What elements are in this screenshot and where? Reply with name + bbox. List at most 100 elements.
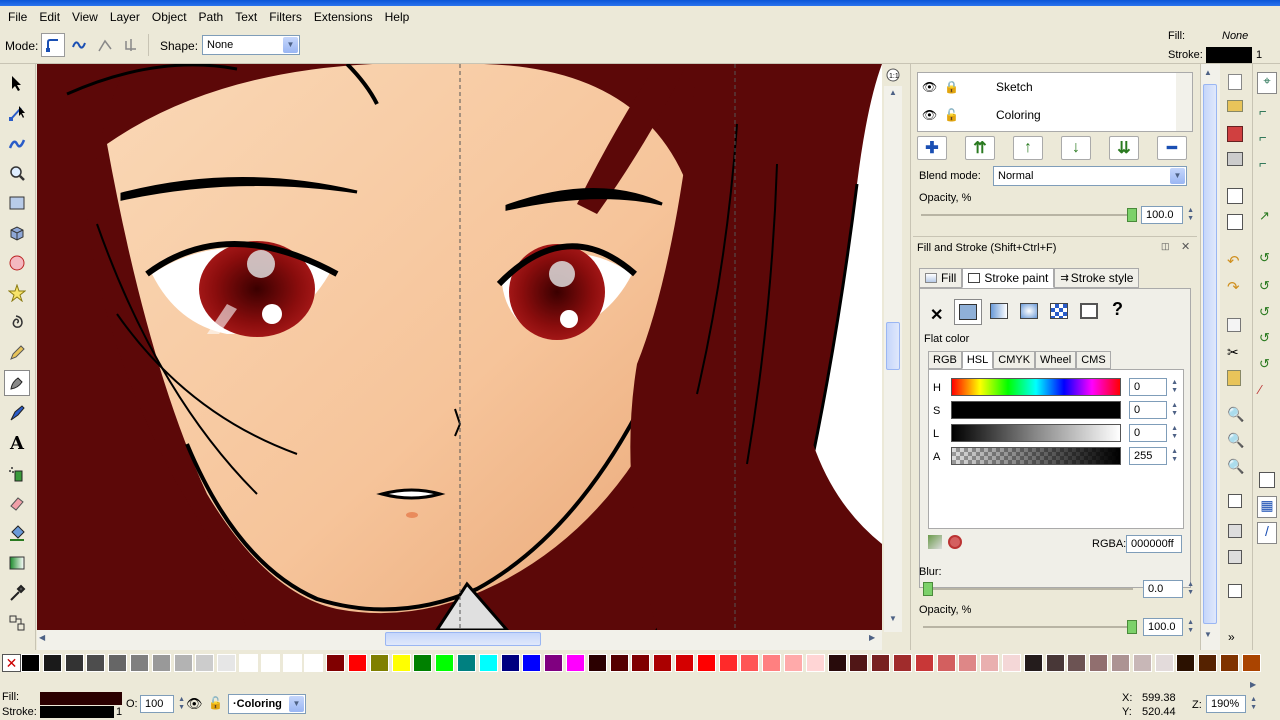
print-icon[interactable] [1227, 152, 1243, 166]
palette-swatch[interactable] [21, 654, 40, 672]
menu-file[interactable]: File [2, 6, 33, 28]
palette-swatch[interactable] [675, 654, 694, 672]
stroke-opacity-input[interactable]: 100.0 ▲ ▼ [1143, 618, 1194, 636]
palette-swatch[interactable] [936, 654, 956, 672]
tab-stroke-paint[interactable]: Stroke paint [962, 268, 1055, 288]
channel-s-slider[interactable] [951, 401, 1121, 419]
palette-swatch[interactable] [914, 654, 934, 672]
palette-swatch[interactable] [369, 654, 389, 672]
bezier-mode-icon[interactable] [41, 33, 65, 57]
more-commands-icon[interactable]: » [1228, 630, 1235, 644]
text-tool-icon[interactable]: A [4, 430, 30, 456]
blur-slider[interactable] [923, 588, 1133, 590]
layer-row-coloring[interactable]: 👁 🔓 Coloring [922, 101, 1192, 129]
palette-swatch[interactable] [478, 654, 498, 672]
palette-swatch[interactable] [195, 654, 215, 672]
tab-cmyk[interactable]: CMYK [993, 351, 1036, 369]
export-icon[interactable] [1227, 214, 1243, 230]
calligraphy-tool-icon[interactable] [4, 400, 30, 426]
save-icon[interactable] [1227, 126, 1243, 142]
swatch-icon[interactable] [1080, 303, 1098, 319]
snap-smooth-icon[interactable]: ↺ [1259, 330, 1270, 346]
snap-nodes-icon[interactable]: ↗ [1259, 208, 1270, 224]
tab-wheel[interactable]: Wheel [1035, 351, 1077, 369]
menu-layer[interactable]: Layer [104, 6, 146, 28]
rgba-input[interactable]: 000000ff [1126, 535, 1182, 553]
eye-icon[interactable]: 👁 [922, 108, 944, 122]
channel-l-input[interactable]: 0 ▲ ▼ [1129, 424, 1178, 442]
snap-grid-icon[interactable]: ▦ [1257, 496, 1277, 518]
snap-page-border-icon[interactable] [1259, 472, 1275, 488]
blur-handle[interactable] [923, 582, 933, 596]
tab-hsl[interactable]: HSL [961, 351, 994, 369]
stroke-opacity-slider[interactable] [923, 626, 1133, 628]
dropper-tool-icon[interactable] [4, 580, 30, 606]
palette-swatch[interactable] [522, 654, 542, 672]
flat-color-icon[interactable] [954, 299, 982, 325]
snap-bbox-corner-icon[interactable]: ⌐ [1259, 156, 1267, 171]
remove-layer-button[interactable]: ━ [1157, 136, 1187, 160]
palette-swatch[interactable] [958, 654, 978, 672]
palette-swatch[interactable] [1089, 654, 1109, 672]
zoom-drawing-icon[interactable]: 🔍 [1227, 432, 1244, 449]
undo-icon[interactable]: ↶ [1227, 252, 1240, 270]
palette-swatch[interactable] [1241, 654, 1261, 672]
palette-swatch[interactable] [784, 654, 803, 672]
undock-icon[interactable]: ◫ [1161, 241, 1170, 252]
scroll-up-icon[interactable]: ▲ [1204, 68, 1212, 77]
palette-swatch[interactable] [544, 654, 564, 672]
raise-layer-icon[interactable]: ↑ [1013, 136, 1043, 160]
lock-icon[interactable]: 🔒 [944, 80, 974, 94]
unlink-clone-icon[interactable] [1228, 550, 1242, 564]
palette-swatch[interactable] [805, 654, 825, 672]
zoom-tool-icon[interactable] [4, 160, 30, 186]
pencil-tool-icon[interactable] [4, 340, 30, 366]
drawing-canvas[interactable] [37, 64, 882, 630]
menu-text[interactable]: Text [229, 6, 263, 28]
unset-paint-icon[interactable]: ? [1112, 299, 1123, 320]
palette-swatch[interactable] [500, 654, 520, 672]
palette-scroll-right-icon[interactable]: ▶ [1250, 680, 1256, 689]
add-layer-button[interactable]: ✚ [917, 136, 947, 160]
zoom-1to1-icon[interactable]: 1:1 [882, 64, 904, 86]
palette-swatch[interactable] [108, 654, 128, 672]
hide-layer-icon[interactable]: 👁 [186, 696, 203, 712]
layer-opacity-handle[interactable] [1127, 208, 1137, 222]
channel-a-slider[interactable] [951, 447, 1121, 465]
palette-swatch[interactable] [1111, 654, 1130, 672]
palette-swatch[interactable] [827, 654, 847, 672]
snap-center-icon[interactable]: ⁄ [1259, 382, 1261, 397]
vertical-scrollbar[interactable]: ▲ ▼ [884, 86, 902, 632]
scroll-down-icon[interactable]: ▼ [886, 614, 900, 628]
rectangle-tool-icon[interactable] [4, 190, 30, 216]
palette-swatch[interactable] [587, 654, 607, 672]
blur-input[interactable]: 0.0 ▲ ▼ [1143, 580, 1194, 598]
menu-view[interactable]: View [66, 6, 104, 28]
palette-swatch[interactable] [609, 654, 629, 672]
palette-swatch[interactable] [1176, 654, 1196, 672]
selector-tool-icon[interactable] [4, 70, 30, 96]
paste-icon[interactable] [1227, 370, 1241, 386]
layers-scrollbar[interactable] [1176, 73, 1192, 131]
gradient-tool-icon[interactable] [4, 550, 30, 576]
vertical-scroll-thumb[interactable] [886, 322, 900, 370]
polyline-mode-icon[interactable] [93, 33, 117, 57]
palette-swatch[interactable] [849, 654, 869, 672]
status-fill-swatch[interactable] [40, 692, 122, 705]
palette-swatch[interactable] [86, 654, 106, 672]
unlock-icon[interactable]: 🔓 [944, 108, 974, 122]
scroll-left-icon[interactable]: ◀ [39, 633, 45, 642]
menu-help[interactable]: Help [379, 6, 416, 28]
palette-swatch[interactable] [653, 654, 673, 672]
snap-guides-icon[interactable]: / [1257, 522, 1277, 544]
tab-stroke-style[interactable]: ⇉ Stroke style [1054, 268, 1140, 288]
tab-fill[interactable]: Fill [919, 268, 963, 288]
palette-swatch[interactable] [1220, 654, 1239, 672]
palette-swatch[interactable] [696, 654, 716, 672]
menu-edit[interactable]: Edit [33, 6, 66, 28]
palette-swatch[interactable] [282, 654, 302, 672]
no-color-swatch[interactable]: ✕ [2, 654, 21, 672]
lower-layer-to-bottom-icon[interactable]: ⇊ [1109, 136, 1139, 160]
dock-scrollbar[interactable]: ▲ ▼ [1200, 64, 1220, 650]
shape-select[interactable]: None ▼ [202, 35, 300, 55]
